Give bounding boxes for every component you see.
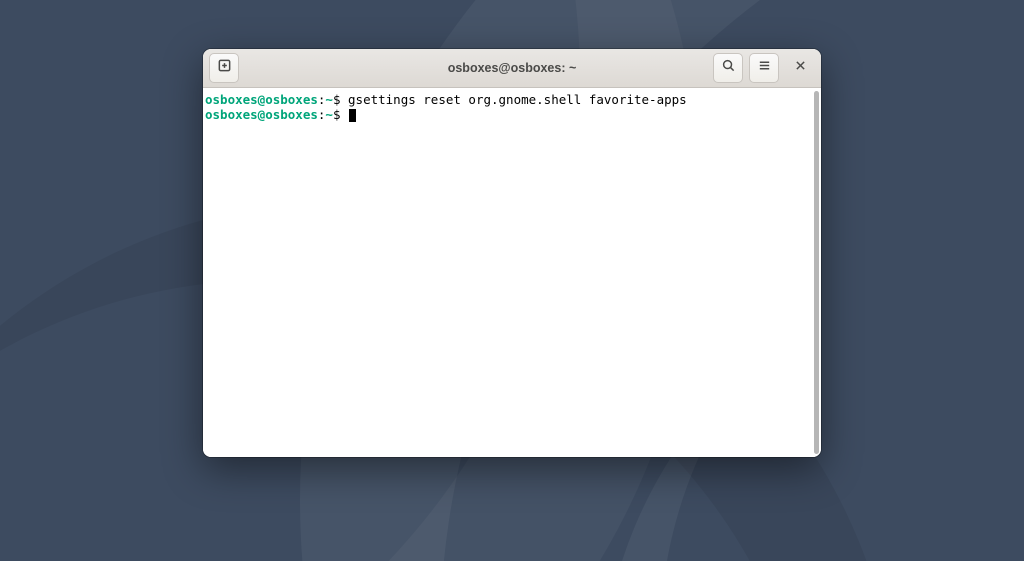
window-titlebar[interactable]: osboxes@osboxes: ~ [203, 49, 821, 88]
terminal-text-area[interactable]: osboxes@osboxes:~$ gsettings reset org.g… [203, 88, 813, 457]
desktop-background: osboxes@osboxes: ~ [0, 0, 1024, 561]
terminal-command: gsettings reset org.gnome.shell favorite… [348, 92, 687, 107]
search-button[interactable] [713, 53, 743, 83]
terminal-line: osboxes@osboxes:~$ [205, 107, 811, 122]
prompt-userhost: osboxes@osboxes [205, 107, 318, 122]
hamburger-menu-button[interactable] [749, 53, 779, 83]
prompt-dollar: $ [333, 92, 348, 107]
prompt-path: ~ [325, 92, 333, 107]
terminal-scrollbar[interactable] [814, 91, 819, 454]
close-icon [794, 59, 807, 77]
close-window-button[interactable] [785, 53, 815, 83]
new-tab-button[interactable] [209, 53, 239, 83]
search-icon [721, 58, 736, 78]
hamburger-menu-icon [757, 58, 772, 78]
terminal-line: osboxes@osboxes:~$ gsettings reset org.g… [205, 92, 811, 107]
prompt-dollar: $ [333, 107, 348, 122]
prompt-path: ~ [325, 107, 333, 122]
prompt-userhost: osboxes@osboxes [205, 92, 318, 107]
terminal-window: osboxes@osboxes: ~ [203, 49, 821, 457]
new-tab-icon [217, 58, 232, 78]
terminal-cursor [349, 109, 356, 122]
terminal-viewport[interactable]: osboxes@osboxes:~$ gsettings reset org.g… [203, 88, 821, 457]
